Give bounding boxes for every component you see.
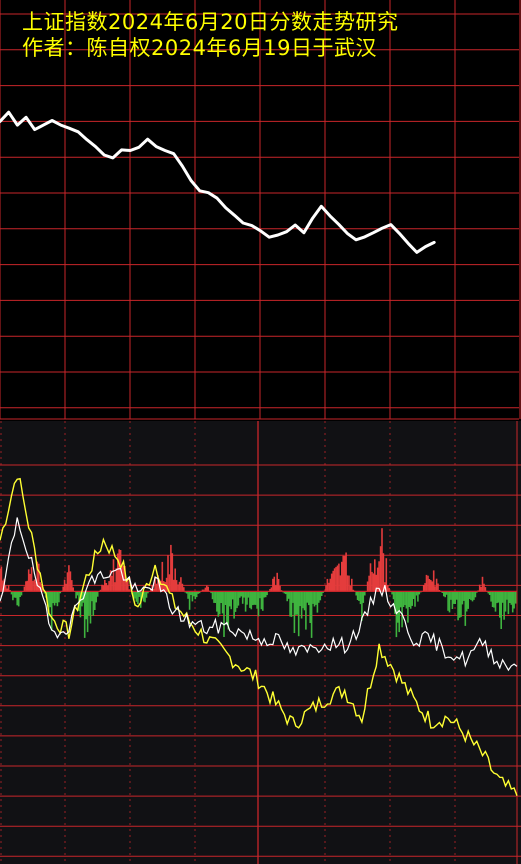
chart-subtitle: 作者：陈自权2024年6月19日于武汉 xyxy=(22,36,378,60)
chart-title: 上证指数2024年6月20日分数走势研究 xyxy=(22,10,399,34)
chart-canvas xyxy=(0,0,521,864)
